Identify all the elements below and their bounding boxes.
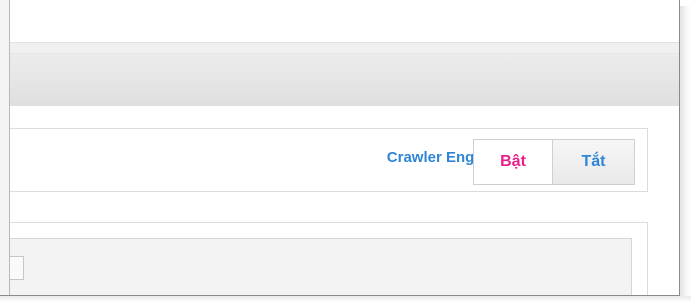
crawler-on-button[interactable]: Bật xyxy=(473,139,553,185)
app-window: Crawler Engine: Bật Tắt xyxy=(0,0,680,296)
window-shadow-right xyxy=(680,6,691,302)
crawler-off-button[interactable]: Tắt xyxy=(553,139,635,185)
content-inner-panel xyxy=(10,238,632,295)
window-left-edge xyxy=(0,0,10,295)
window-shadow-bottom xyxy=(0,296,691,302)
content-inner-widget xyxy=(10,256,24,280)
header-bar xyxy=(10,42,679,106)
header-top-strip xyxy=(10,43,679,54)
crawler-toggle-group: Bật Tắt xyxy=(473,139,635,185)
